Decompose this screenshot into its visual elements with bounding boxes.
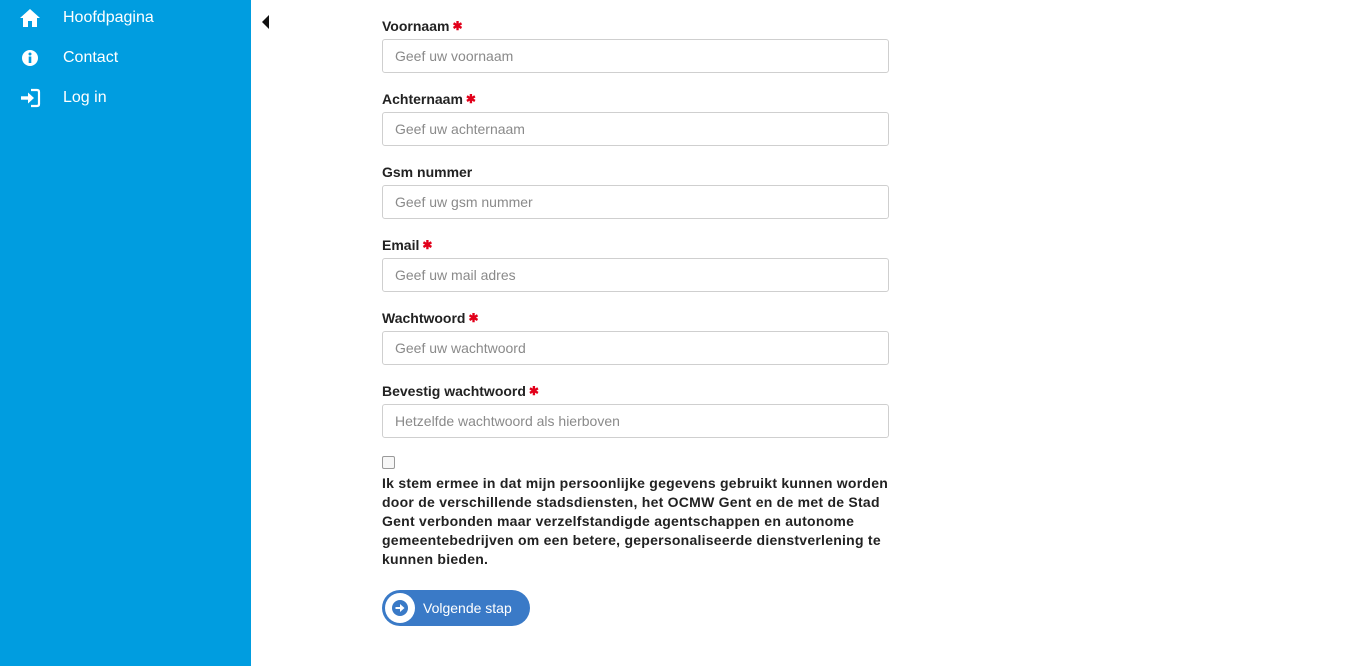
- required-marker: ✱: [468, 311, 479, 325]
- bevestig-wachtwoord-input[interactable]: [382, 404, 889, 438]
- sidebar-item-label: Hoofdpagina: [63, 9, 154, 26]
- info-icon: [19, 47, 41, 69]
- home-icon: [19, 7, 41, 29]
- field-label: Gsm nummer: [382, 164, 473, 180]
- field-achternaam: Achternaam ✱: [382, 89, 889, 146]
- caret-left-icon: [262, 15, 269, 29]
- sidebar-item-label: Log in: [63, 89, 107, 106]
- login-icon: [19, 87, 41, 109]
- field-label: Email ✱: [382, 237, 433, 253]
- required-marker: ✱: [465, 92, 476, 106]
- required-marker: ✱: [528, 384, 539, 398]
- field-gsm-nummer: Gsm nummer: [382, 162, 889, 219]
- field-wachtwoord: Wachtwoord ✱: [382, 308, 889, 365]
- next-step-button[interactable]: Volgende stap: [382, 590, 530, 626]
- field-bevestig-wachtwoord: Bevestig wachtwoord ✱: [382, 381, 889, 438]
- sidebar: Hoofdpagina Contact Log in: [0, 0, 251, 666]
- sidebar-item-label: Contact: [63, 49, 119, 66]
- consent-text: Ik stem ermee in dat mijn persoonlijke g…: [382, 475, 889, 567]
- gsm-nummer-input[interactable]: [382, 185, 889, 219]
- email-input[interactable]: [382, 258, 889, 292]
- wachtwoord-input[interactable]: [382, 331, 889, 365]
- voornaam-input[interactable]: [382, 39, 889, 73]
- next-step-label: Volgende stap: [423, 600, 512, 616]
- sidebar-item-hoofdpagina[interactable]: Hoofdpagina: [0, 0, 251, 36]
- required-marker: ✱: [422, 238, 433, 252]
- achternaam-input[interactable]: [382, 112, 889, 146]
- required-marker: ✱: [452, 19, 463, 33]
- field-label: Wachtwoord ✱: [382, 310, 479, 326]
- sidebar-collapse-toggle[interactable]: [261, 14, 273, 30]
- consent-checkbox[interactable]: [382, 456, 395, 469]
- sidebar-item-contact[interactable]: Contact: [0, 40, 251, 76]
- field-email: Email ✱: [382, 235, 889, 292]
- field-label: Achternaam ✱: [382, 91, 476, 107]
- field-label: Voornaam ✱: [382, 18, 463, 34]
- field-voornaam: Voornaam ✱: [382, 16, 889, 73]
- field-label: Bevestig wachtwoord ✱: [382, 383, 539, 399]
- sidebar-item-log-in[interactable]: Log in: [0, 80, 251, 116]
- arrow-circle-right-icon: [385, 593, 415, 623]
